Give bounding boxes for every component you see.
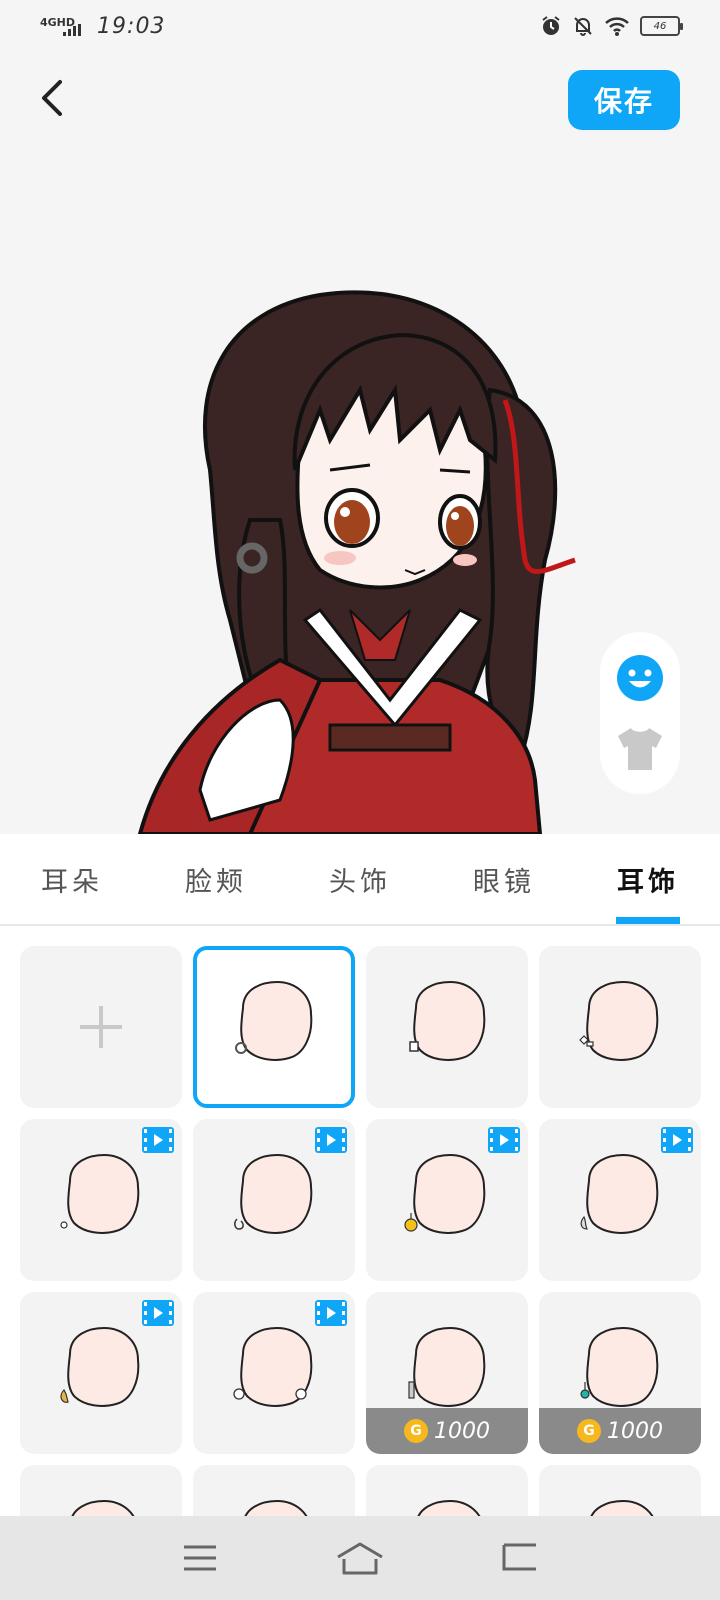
earring-item[interactable] bbox=[193, 946, 355, 1108]
save-button[interactable]: 保存 bbox=[568, 70, 680, 130]
earring-item[interactable]: G 1000 bbox=[366, 1292, 528, 1454]
earring-item[interactable] bbox=[193, 1465, 355, 1516]
alarm-icon bbox=[542, 16, 560, 35]
tab-glasses[interactable]: 眼镜 bbox=[432, 834, 576, 924]
item-grid: G 1000 G 1000 bbox=[20, 946, 701, 1516]
system-nav-bar bbox=[0, 1516, 720, 1600]
home-button[interactable] bbox=[330, 1536, 390, 1580]
avatar-preview bbox=[0, 140, 720, 834]
item-grid-container: G 1000 G 1000 bbox=[0, 926, 720, 1516]
face-tool[interactable] bbox=[614, 652, 666, 704]
price-tag: G 1000 bbox=[366, 1408, 528, 1454]
video-ad-icon bbox=[142, 1127, 174, 1153]
battery-icon: 46 bbox=[640, 16, 683, 36]
back-button[interactable] bbox=[34, 78, 74, 118]
video-ad-icon bbox=[315, 1300, 347, 1326]
head-outline-icon bbox=[235, 980, 313, 1061]
video-ad-icon bbox=[488, 1127, 520, 1153]
head-outline-icon bbox=[409, 980, 486, 1061]
earring-item[interactable] bbox=[193, 1119, 355, 1281]
earring-item[interactable] bbox=[20, 1465, 182, 1516]
head-outline-icon bbox=[234, 1153, 313, 1234]
shirt-icon bbox=[618, 727, 662, 770]
home-icon bbox=[337, 1542, 383, 1575]
video-ad-icon bbox=[142, 1300, 174, 1326]
status-left: 4GHD 19:03 bbox=[40, 14, 165, 39]
earring-item[interactable] bbox=[366, 1119, 528, 1281]
signal-icon bbox=[63, 24, 82, 36]
return-icon bbox=[502, 1543, 536, 1571]
tab-cheeks[interactable]: 脸颊 bbox=[144, 834, 288, 924]
coin-icon: G bbox=[404, 1419, 428, 1443]
tab-earrings[interactable]: 耳饰 bbox=[576, 834, 720, 924]
head-outline-icon bbox=[580, 1326, 659, 1407]
head-outline-icon bbox=[580, 1153, 659, 1234]
menu-button[interactable] bbox=[170, 1536, 230, 1580]
earring-item[interactable] bbox=[20, 1119, 182, 1281]
price-value: 1000 bbox=[607, 1418, 663, 1444]
earring-item[interactable] bbox=[366, 946, 528, 1108]
status-right: 46 bbox=[540, 15, 683, 37]
earring-item[interactable] bbox=[20, 1292, 182, 1454]
clothing-tool[interactable] bbox=[614, 723, 666, 775]
earring-item[interactable] bbox=[539, 946, 701, 1108]
earring-item[interactable]: G 1000 bbox=[539, 1292, 701, 1454]
head-outline-icon bbox=[60, 1153, 140, 1234]
plus-icon bbox=[80, 1006, 122, 1048]
head-outline-icon bbox=[404, 1153, 486, 1234]
add-item-button[interactable] bbox=[20, 946, 182, 1108]
earring-item[interactable] bbox=[193, 1292, 355, 1454]
wifi-icon bbox=[605, 17, 629, 36]
head-outline-icon bbox=[590, 1499, 654, 1516]
head-outline-icon bbox=[71, 1499, 135, 1516]
head-outline-icon bbox=[408, 1326, 486, 1407]
menu-icon bbox=[184, 1545, 216, 1571]
earring-item[interactable] bbox=[539, 1465, 701, 1516]
video-ad-icon bbox=[661, 1127, 693, 1153]
head-outline-icon bbox=[417, 1499, 481, 1516]
battery-level: 46 bbox=[653, 20, 667, 32]
video-ad-icon bbox=[315, 1127, 347, 1153]
price-value: 1000 bbox=[434, 1418, 490, 1444]
head-outline-icon bbox=[60, 1326, 140, 1407]
side-tools bbox=[600, 632, 680, 794]
status-bar: 4GHD 19:03 46 bbox=[0, 0, 720, 52]
chevron-left-icon bbox=[42, 80, 62, 116]
clock: 19:03 bbox=[97, 13, 166, 39]
head-outline-icon bbox=[233, 1326, 313, 1407]
tab-headwear[interactable]: 头饰 bbox=[288, 834, 432, 924]
coin-icon: G bbox=[577, 1419, 601, 1443]
earring-item[interactable] bbox=[366, 1465, 528, 1516]
price-tag: G 1000 bbox=[539, 1408, 701, 1454]
mute-bell-icon bbox=[574, 17, 592, 36]
head-outline-icon bbox=[244, 1499, 308, 1516]
earring-item[interactable] bbox=[539, 1119, 701, 1281]
category-tabs: 耳朵 脸颊 头饰 眼镜 耳饰 bbox=[0, 834, 720, 926]
smiley-face-icon bbox=[617, 654, 663, 701]
back-nav-button[interactable] bbox=[490, 1536, 550, 1580]
tab-ears[interactable]: 耳朵 bbox=[0, 834, 144, 924]
head-outline-icon bbox=[579, 980, 659, 1061]
